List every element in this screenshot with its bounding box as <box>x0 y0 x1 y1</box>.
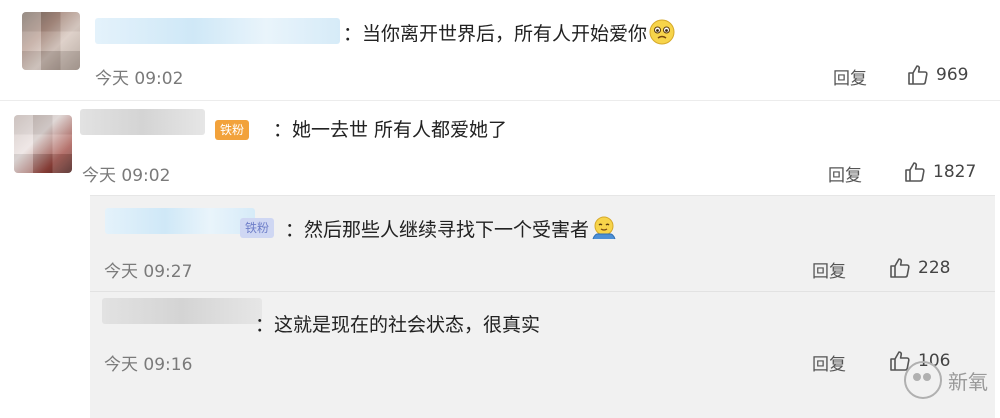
username-blurred[interactable] <box>102 298 262 324</box>
reply-timestamp: 今天 09:16 <box>104 355 193 375</box>
thumbs-up-icon <box>908 65 928 85</box>
like-count: 969 <box>936 65 969 85</box>
comment-text: ：当你离开世界后，所有人开始爱你 <box>343 19 675 47</box>
comment-timestamp: 今天 09:02 <box>95 69 184 89</box>
watermark-label: 新氧 <box>948 369 988 394</box>
replies-panel: 铁粉 ：然后那些人继续寻找下一个受害者 今天 09:27 回复 228 ：这就是… <box>90 195 995 418</box>
fan-badge-label: 铁粉 <box>220 123 245 137</box>
reply-button[interactable]: 回复 <box>812 257 846 282</box>
reply-timestamp: 今天 09:27 <box>104 262 193 282</box>
avatar[interactable] <box>22 12 80 70</box>
comment-text-content: ：当你离开世界后，所有人开始爱你 <box>343 23 648 45</box>
like-button[interactable]: 228 <box>888 255 950 281</box>
reply-button[interactable]: 回复 <box>812 350 846 375</box>
thumbs-up-icon <box>890 258 910 278</box>
comment-timestamp: 今天 09:02 <box>82 166 171 186</box>
username-blurred[interactable] <box>95 18 340 44</box>
shrugging-face-icon <box>592 216 616 240</box>
reply-button[interactable]: 回复 <box>833 64 867 89</box>
reply-text: ：然后那些人继续寻找下一个受害者 <box>285 215 617 243</box>
wechat-logo-icon <box>904 361 942 399</box>
like-count: 1827 <box>933 162 977 182</box>
watermark: 新氧 <box>904 361 988 399</box>
comment-item: ：当你离开世界后，所有人开始爱你 今天 09:02 回复 969 <box>0 0 1000 100</box>
comment-text: ：她一去世 所有人都爱她了 <box>273 119 508 141</box>
avatar[interactable] <box>14 115 72 173</box>
like-button[interactable]: 969 <box>906 62 968 88</box>
reply-button[interactable]: 回复 <box>828 161 862 186</box>
crying-face-icon <box>649 19 675 45</box>
username-blurred[interactable] <box>80 109 205 135</box>
reply-text-content: ：然后那些人继续寻找下一个受害者 <box>285 219 590 241</box>
fan-badge: 铁粉 <box>215 120 250 140</box>
username-blurred[interactable] <box>105 208 255 234</box>
like-button[interactable]: 1827 <box>903 159 976 185</box>
like-count: 228 <box>918 258 951 278</box>
comment-item: 铁粉 ：她一去世 所有人都爱她了 今天 09:02 回复 1827 <box>0 100 1000 201</box>
reply-item: 铁粉 ：然后那些人继续寻找下一个受害者 今天 09:27 回复 228 <box>90 196 995 291</box>
reply-text: ：这就是现在的社会状态，很真实 <box>255 314 541 336</box>
fan-badge-label: 铁粉 <box>245 221 270 235</box>
fan-badge: 铁粉 <box>240 218 275 238</box>
thumbs-up-icon <box>905 162 925 182</box>
reply-item: ：这就是现在的社会状态，很真实 今天 09:16 回复 106 <box>90 291 995 387</box>
